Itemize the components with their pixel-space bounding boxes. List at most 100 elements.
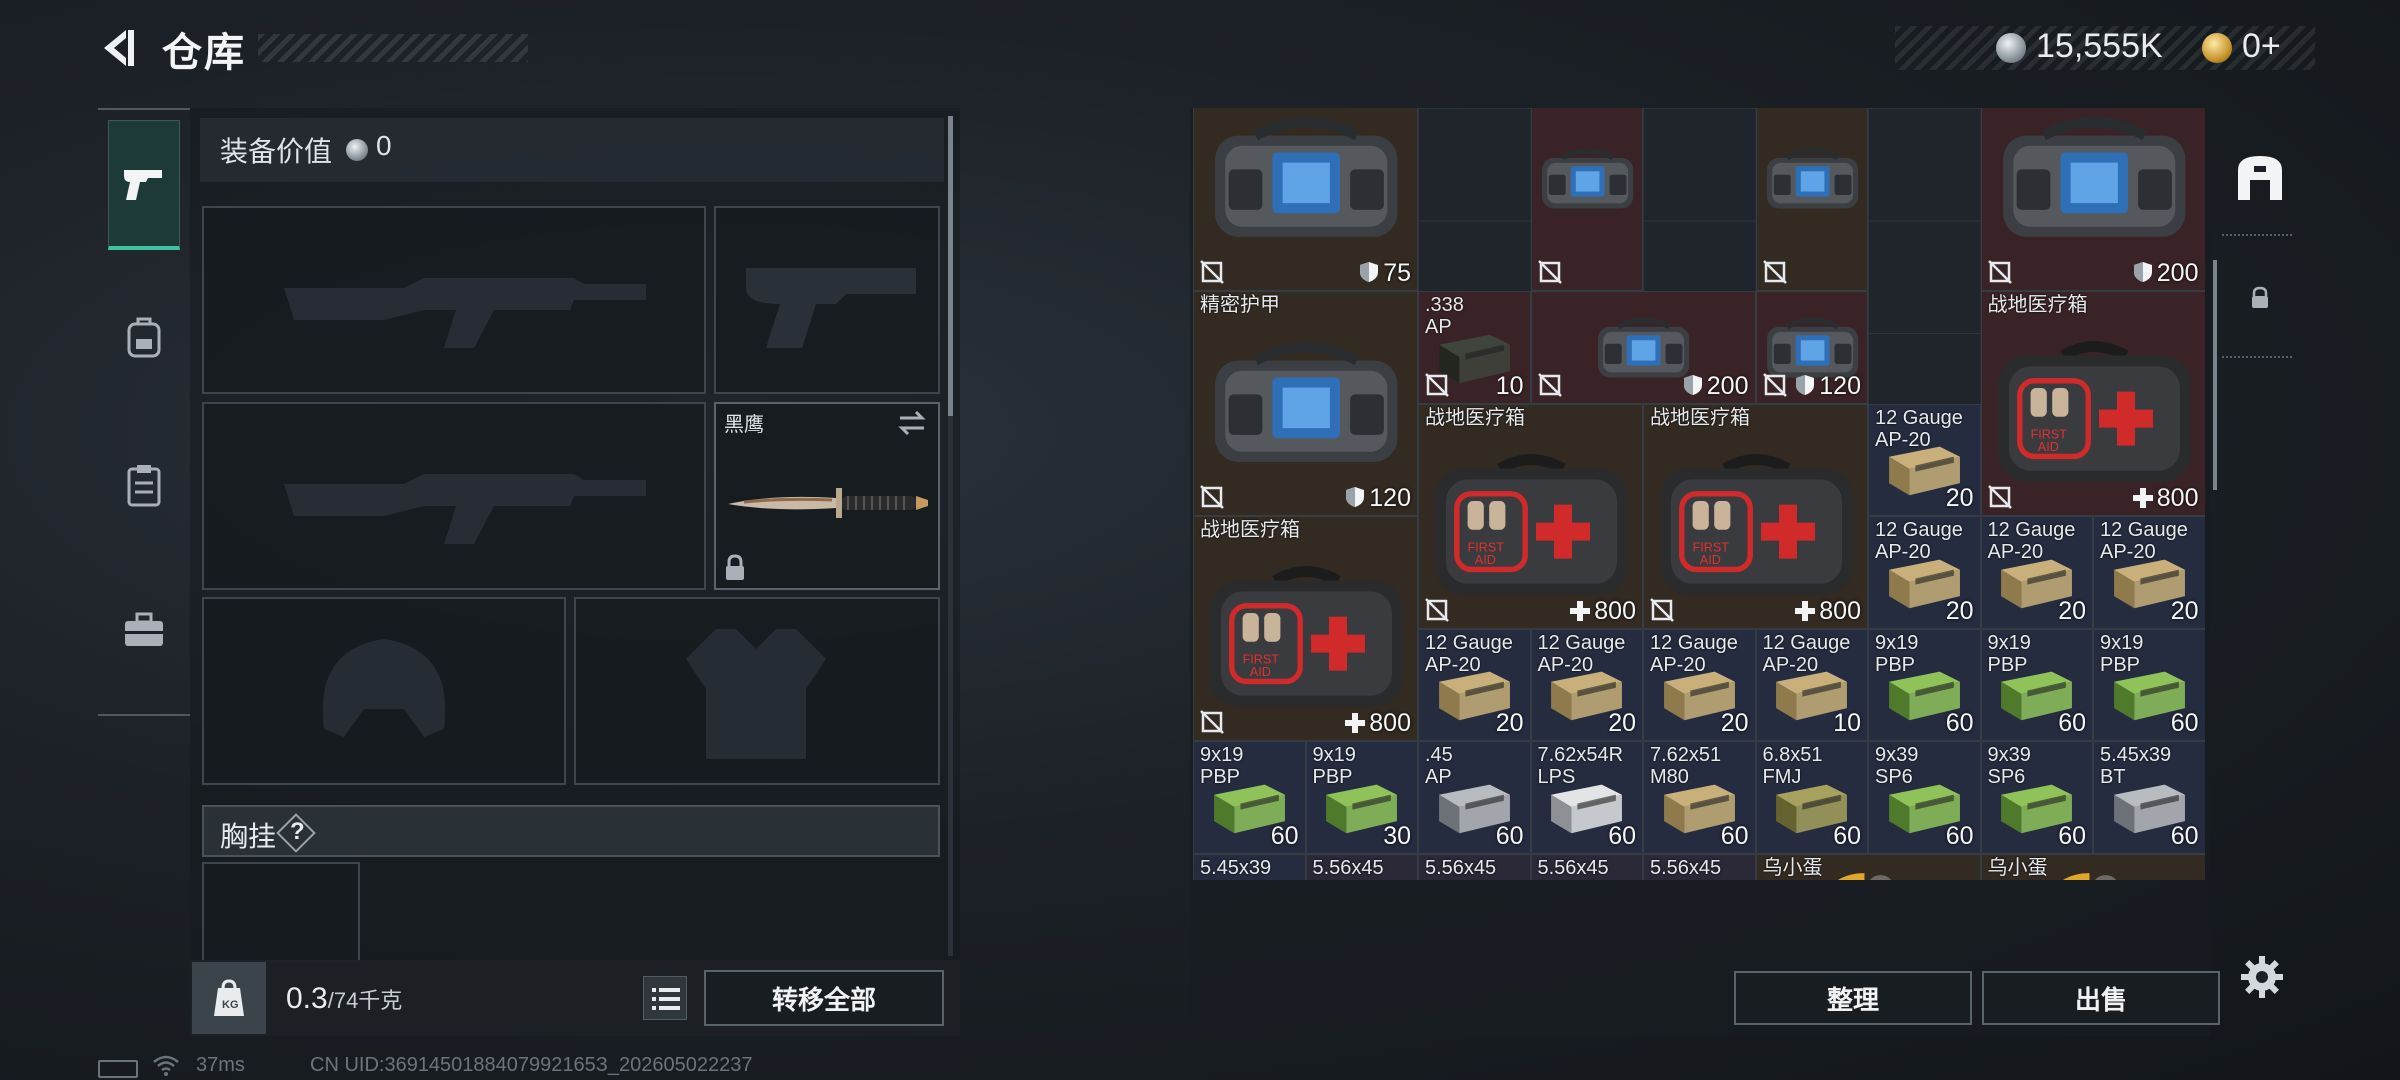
ammo-item[interactable]: 7.62x54R LPS 60 [1530,741,1643,854]
ammo-item[interactable]: 5.56x45 M855A130 [1643,853,1756,880]
back-arrow-icon[interactable] [96,26,140,70]
swap-icon[interactable] [896,410,928,436]
armor-bag-image [1215,342,1398,462]
item-name: 6.8x51 FMJ [1762,744,1823,788]
egg-item[interactable]: 乌小蛋 [1980,853,2205,880]
ammo-item[interactable]: 12 Gauge AP-20 20 [1868,516,1981,629]
ammo-item[interactable]: 7.62x51 M80 60 [1643,741,1756,854]
ammo-item[interactable]: 9x19 PBP 60 [1868,628,1981,741]
ammo-item[interactable]: 5.56x45 M855A160 [1530,853,1643,880]
item-name: 5.45x39 BT [2100,744,2172,788]
secondary-weapon-slot[interactable] [714,206,940,394]
item-name: 战地医疗箱 [1650,406,1750,429]
ammo-item[interactable]: 5.45x39 BT60 [2093,741,2205,854]
briefcase-icon [125,612,163,646]
first-aid-kit-image: FIRST AID [1660,453,1853,595]
ammo-item[interactable]: 5.45x39 BT60 [1193,853,1306,880]
armor-bag-item[interactable]: 200 [1530,291,1756,404]
item-value: 60 [1496,822,1524,851]
equipment-scroll-thumb[interactable] [948,116,953,416]
no-insure-icon [1537,260,1562,284]
armor-bag-item[interactable]: 200 [1980,108,2205,291]
item-value-text: 60 [1495,821,1524,850]
item-value-text: 20 [1720,709,1749,737]
item-name: 12 Gauge AP-20 [1987,519,2076,563]
chest-rig-slot[interactable] [202,862,360,962]
item-value: 60 [1608,822,1636,851]
tab-weapons[interactable] [108,120,180,250]
armor-shield-icon [1683,374,1702,395]
armor-bag-item[interactable]: 75 [1193,108,1418,291]
item-value: 20 [2171,597,2199,626]
egg-item[interactable]: 乌小蛋 [1755,853,1981,880]
item-value: 60 [1946,709,1974,738]
tab-vest[interactable] [108,420,180,550]
lock-icon[interactable] [2250,286,2270,310]
ammo-item[interactable]: 6.8x51 FMJ 60 [1755,741,1868,854]
gold-currency-amount[interactable]: 0+ [2242,27,2281,66]
ammo-item[interactable]: 5.56x45 M855A160 [1418,853,1531,880]
armor-shield-icon [2133,262,2152,282]
item-value: 800 [1795,597,1861,626]
ammo-item[interactable]: .45 AP 60 [1418,741,1531,854]
heal-plus-icon [1570,600,1591,621]
primary-weapon-slot[interactable] [202,206,706,394]
ammo-item[interactable]: .338 AP 10 [1418,291,1531,404]
sell-button[interactable]: 出售 [1982,971,2220,1025]
ammo-item[interactable]: 12 Gauge AP-20 20 [1418,628,1531,741]
tab-backpack[interactable] [108,272,180,402]
medkit-item[interactable]: FIRST AID 战地医疗箱 800 [1980,291,2205,516]
sort-button[interactable]: 整理 [1734,971,1972,1025]
item-name: 12 Gauge AP-20 [1762,631,1851,676]
item-name: 9x39 SP6 [1987,744,2031,788]
ammo-item[interactable]: 9x39 SP6 60 [1868,741,1981,854]
melee-slot[interactable]: 黑鹰 [714,402,940,590]
body-armor-slot[interactable] [574,597,940,785]
weight-current: 0.3 [286,982,328,1015]
inventory-grid[interactable]: 75 200 精密护甲 120 .338 AP 10 200 120 FIRST… [1193,108,2205,880]
tab-case[interactable] [108,565,180,695]
armor-bag-item[interactable] [1530,108,1643,291]
armor-bag-item[interactable]: 120 [1755,291,1868,404]
storage-icon[interactable] [2234,152,2286,204]
ammo-item[interactable]: 9x19 PBP 60 [2093,628,2205,741]
item-value: 120 [1795,372,1861,401]
ammo-item[interactable]: 5.56x45 M855A160 [1305,853,1418,880]
ammo-item[interactable]: 12 Gauge AP-20 10 [1755,628,1868,741]
first-aid-kit-image: FIRST AID [1210,566,1403,707]
item-value: 20 [1496,709,1524,738]
top-bar: 仓库 15,555K 0+ [0,0,2400,100]
ammo-item[interactable]: 9x39 SP6 60 [1980,741,2093,854]
sidebar-divider [2222,356,2292,358]
list-view-button[interactable] [643,976,687,1020]
armor-bag-item[interactable]: 精密护甲 120 [1193,291,1418,516]
item-name: 乌小蛋 [1987,856,2048,879]
medkit-item[interactable]: FIRST AID 战地医疗箱 800 [1643,403,1868,629]
item-name: 12 Gauge AP-20 [1650,631,1738,676]
item-value-text: 30 [1383,821,1411,850]
armor-bag-item[interactable] [1755,108,1868,291]
item-name: .338 AP [1425,294,1464,338]
ammo-item[interactable]: 9x19 PBP 30 [1305,741,1418,854]
lock-icon [726,554,744,580]
medkit-item[interactable]: FIRST AID 战地医疗箱 800 [1418,403,1643,629]
ammo-item[interactable]: 12 Gauge AP-20 20 [1643,628,1756,741]
item-value-text: 800 [1369,709,1411,737]
ammo-item[interactable]: 12 Gauge AP-20 20 [2093,516,2205,629]
ammo-item[interactable]: 9x19 PBP 60 [1193,741,1306,854]
equipment-value-label: 装备价值 [220,136,333,167]
armor-shield-icon [1346,487,1365,507]
ammo-item[interactable]: 12 Gauge AP-20 20 [1530,628,1643,741]
settings-gear-icon[interactable] [2240,955,2284,999]
ammo-item[interactable]: 12 Gauge AP-20 20 [1868,403,1981,516]
item-name: 9x19 PBP [1312,744,1356,788]
ammo-item[interactable]: 9x19 PBP 60 [1980,628,2093,741]
transfer-all-button[interactable]: 转移全部 [704,970,944,1026]
no-insure-icon [1200,485,1224,509]
item-name: 9x39 SP6 [1875,744,1919,788]
medkit-item[interactable]: FIRST AID 战地医疗箱 800 [1193,516,1418,741]
helmet-slot[interactable] [202,597,566,785]
secondary-rifle-slot[interactable] [202,402,706,590]
ammo-item[interactable]: 12 Gauge AP-20 20 [1980,516,2093,629]
item-name: 乌小蛋 [1762,856,1823,879]
